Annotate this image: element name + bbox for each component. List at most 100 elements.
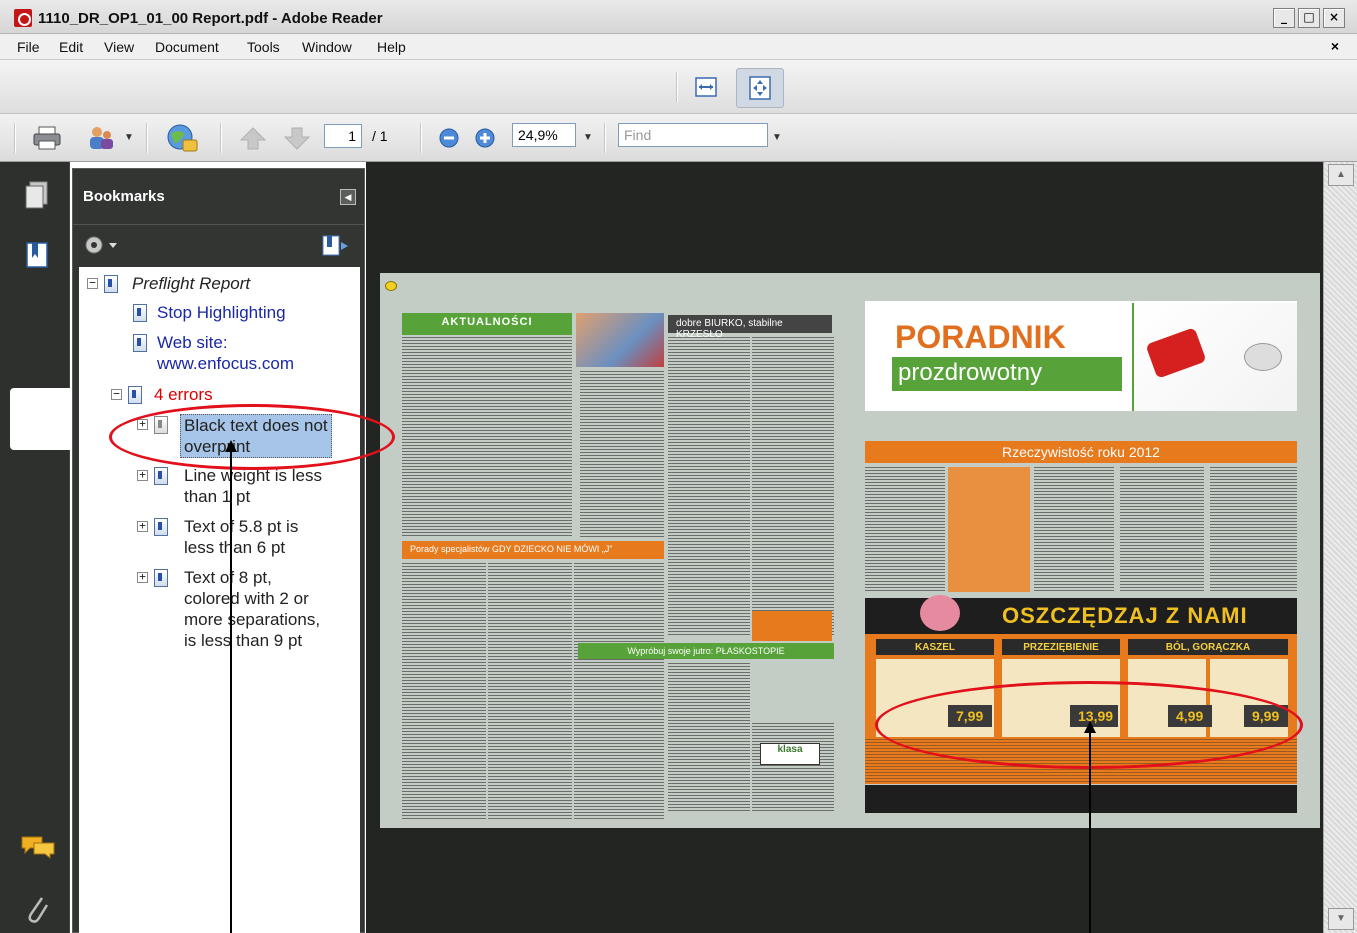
toolbar-separator [420, 123, 422, 153]
annotation-arrow-head [225, 440, 237, 452]
new-bookmark-icon [322, 235, 348, 256]
bookmarks-header: Bookmarks ◀ [73, 169, 364, 225]
expand-toggle-icon[interactable]: + [137, 571, 148, 583]
zoom-out-button[interactable] [436, 125, 462, 151]
previous-page-button[interactable] [236, 124, 270, 152]
tree-item-errors[interactable]: − 4 errors [111, 384, 213, 405]
close-button[interactable]: × [1323, 8, 1345, 28]
menu-window[interactable]: Window [302, 39, 352, 55]
globe-collaborate-icon [167, 124, 198, 152]
tree-item-error-text-8pt[interactable]: + Text of 8 pt, colored with 2 or more s… [137, 567, 320, 651]
tree-item-label: www.enfocus.com [157, 354, 294, 373]
tree-item-label: more separations, [184, 610, 321, 629]
bookmarks-title: Bookmarks [83, 188, 165, 205]
navigation-pane-strip [0, 162, 72, 933]
expand-toggle-icon[interactable]: + [137, 469, 148, 481]
text-column [668, 663, 750, 813]
tree-item-label: Text of 8 pt, [184, 568, 272, 587]
orange-ad-box [752, 611, 832, 641]
paperclip-icon [28, 897, 49, 923]
menu-view[interactable]: View [104, 39, 134, 55]
fit-page-icon [749, 76, 771, 100]
fit-width-icon [695, 77, 717, 97]
text-column [402, 337, 572, 537]
expand-toggle-icon[interactable]: + [137, 520, 148, 532]
share-dropdown-arrow-icon[interactable]: ▼ [124, 132, 134, 143]
menu-file[interactable]: File [17, 39, 40, 55]
fit-width-button[interactable] [690, 71, 722, 103]
oszczedzaj-title: OSZCZĘDZAJ Z NAMI [1002, 603, 1248, 628]
bookmarks-tab-active-bg [10, 388, 72, 450]
collaborate-button[interactable] [162, 120, 202, 156]
toolbar-view [0, 60, 1357, 114]
piggy-bank-image [920, 595, 960, 631]
tree-item-label: Text of 5.8 pt is [184, 517, 299, 536]
minimize-button[interactable]: _ [1273, 8, 1295, 28]
vertical-scrollbar[interactable]: ▲ ▼ [1323, 162, 1357, 933]
collapse-panel-button[interactable]: ◀ [340, 189, 356, 205]
menu-edit[interactable]: Edit [59, 39, 83, 55]
arrow-up-icon [239, 127, 267, 150]
zoom-dropdown-arrow-icon[interactable]: ▼ [583, 132, 593, 143]
annotation-oval-bookmark [109, 404, 395, 470]
zoom-level-input[interactable]: 24,9% [512, 123, 576, 147]
bookmarks-tree: − Preflight Report Stop Highlighting Web… [79, 267, 360, 933]
poradnik-title: PORADNIK [895, 319, 1066, 355]
tree-item-website[interactable]: Web site: www.enfocus.com [133, 332, 294, 374]
page-total-label: / 1 [372, 128, 388, 144]
text-column [752, 337, 834, 637]
window-controls: _ □ × [1273, 8, 1345, 28]
menu-document[interactable]: Document [155, 39, 219, 55]
attachments-button[interactable] [22, 892, 52, 929]
porady-header: Porady specjalistów GDY DZIECKO NIE MÓWI… [402, 541, 664, 559]
maximize-button[interactable]: □ [1298, 8, 1320, 28]
menu-bar: File Edit View Document Tools Window Hel… [0, 34, 1357, 60]
menu-tools[interactable]: Tools [247, 39, 280, 55]
scroll-down-arrow-icon[interactable]: ▼ [1328, 908, 1354, 930]
find-dropdown-arrow-icon[interactable]: ▼ [772, 132, 782, 143]
children-photo [576, 313, 664, 367]
print-button[interactable] [30, 122, 64, 154]
title-bar: 1110_DR_OP1_01_00 Report.pdf - Adobe Rea… [0, 0, 1357, 34]
text-column [574, 563, 664, 821]
rzeczywistosc-header: Rzeczywistość roku 2012 [865, 441, 1297, 463]
pages-tab-button[interactable] [24, 180, 50, 213]
printer-icon [33, 126, 61, 150]
next-page-button[interactable] [280, 124, 314, 152]
note-comment-icon[interactable] [385, 281, 397, 291]
share-button[interactable] [84, 122, 118, 154]
plaskostopie-header: Wypróbuj swoje jutro: PŁASKOSTOPIE [578, 643, 834, 659]
first-aid-kit-image [1132, 303, 1297, 411]
toolbar-separator [220, 123, 222, 153]
menu-help[interactable]: Help [377, 39, 406, 55]
comments-button[interactable] [20, 834, 56, 863]
zoom-in-button[interactable] [472, 125, 498, 151]
collapse-toggle-icon[interactable]: − [87, 277, 98, 289]
bookmarks-toolbar [73, 225, 364, 265]
text-column [1120, 467, 1204, 592]
scroll-up-arrow-icon[interactable]: ▲ [1328, 164, 1354, 186]
document-close-icon[interactable]: × [1331, 38, 1339, 54]
bookmarks-icon [26, 242, 48, 268]
fit-page-button[interactable] [736, 68, 784, 108]
toolbar-separator [604, 123, 606, 153]
tree-item-label: colored with 2 or [184, 589, 309, 608]
collapse-toggle-icon[interactable]: − [111, 388, 122, 400]
category-bol-goraczka: BÓL, GORĄCZKA [1128, 639, 1288, 655]
pages-icon [25, 181, 48, 209]
options-menu-button[interactable] [83, 234, 117, 259]
footer-strip [865, 785, 1297, 813]
tree-item-preflight-report[interactable]: − Preflight Report [87, 273, 250, 294]
comments-speech-bubbles-icon [21, 836, 55, 860]
arrow-down-icon [283, 127, 311, 150]
text-column [865, 467, 945, 592]
page-number-input[interactable]: 1 [324, 124, 362, 148]
bookmarks-tab-button[interactable] [24, 240, 52, 273]
tree-item-error-text-5-8pt[interactable]: + Text of 5.8 pt is less than 6 pt [137, 516, 298, 558]
new-bookmark-button[interactable] [321, 233, 349, 260]
annotation-arrow-head [1084, 721, 1096, 733]
text-column [668, 337, 750, 637]
find-input[interactable]: Find [618, 123, 768, 147]
bookmark-icon [128, 386, 142, 404]
tree-item-stop-highlighting[interactable]: Stop Highlighting [133, 302, 286, 323]
